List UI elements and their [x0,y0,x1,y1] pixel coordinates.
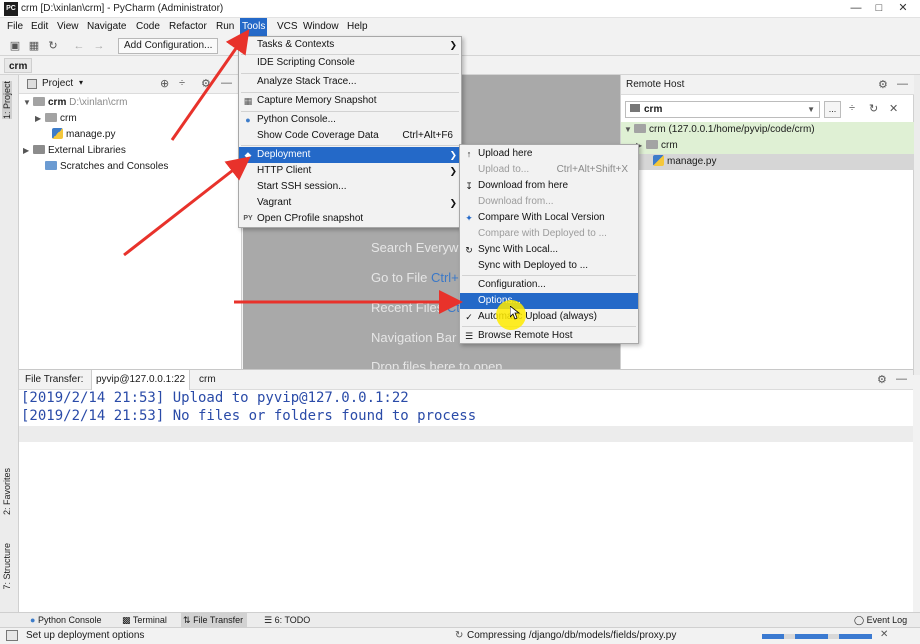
annotation-arrow-deployment [123,156,251,257]
annotation-arrows [123,29,463,314]
annotation-arrow-tools [170,29,250,141]
